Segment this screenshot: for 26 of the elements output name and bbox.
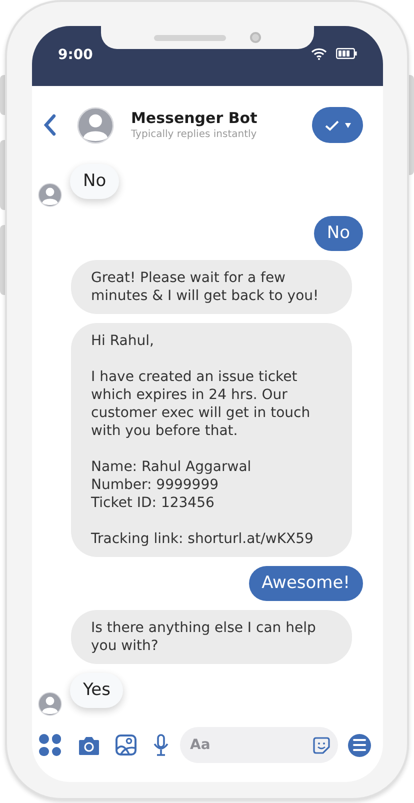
received-message: Is there anything else I can help you with? (71, 610, 352, 664)
image-icon[interactable] (115, 734, 137, 756)
battery-icon (336, 48, 357, 59)
bot-avatar-icon (77, 106, 114, 144)
microphone-icon[interactable] (152, 734, 170, 756)
quick-reply-chip[interactable]: No (70, 164, 120, 199)
wifi-icon (311, 47, 327, 60)
received-message: Hi Rahul, I have created an issue ticket which expires in 24 hrs. Our customer exec will get in touch with you before that. Name: Rahul Aggarwal Number: 9999999 Ticket ID: 123456 Tracking link: shorturl.at/wKX59 (71, 323, 352, 557)
check-icon (324, 120, 338, 130)
chat-subtitle: Typically replies instantly (131, 128, 258, 141)
check-dropdown-button[interactable] (312, 107, 363, 143)
received-message: Great! Please wait for a few minutes & I will get back to you! (71, 260, 352, 314)
time-text: 9:00 (58, 46, 93, 65)
message-input[interactable]: Aa (180, 727, 338, 763)
avatar-icon (38, 692, 62, 716)
camera-icon[interactable] (78, 734, 100, 756)
apps-button[interactable] (39, 734, 61, 756)
menu-button[interactable] (348, 734, 371, 756)
sent-message: Awesome! (248, 566, 363, 601)
chat-title: Messenger Bot (131, 109, 258, 128)
back-icon (43, 114, 57, 136)
sticker-icon[interactable] (313, 737, 330, 754)
quick-reply-chip[interactable]: Yes (70, 673, 124, 708)
avatar-icon (38, 183, 62, 207)
caret-icon (344, 122, 350, 128)
sent-message: No (314, 216, 363, 251)
